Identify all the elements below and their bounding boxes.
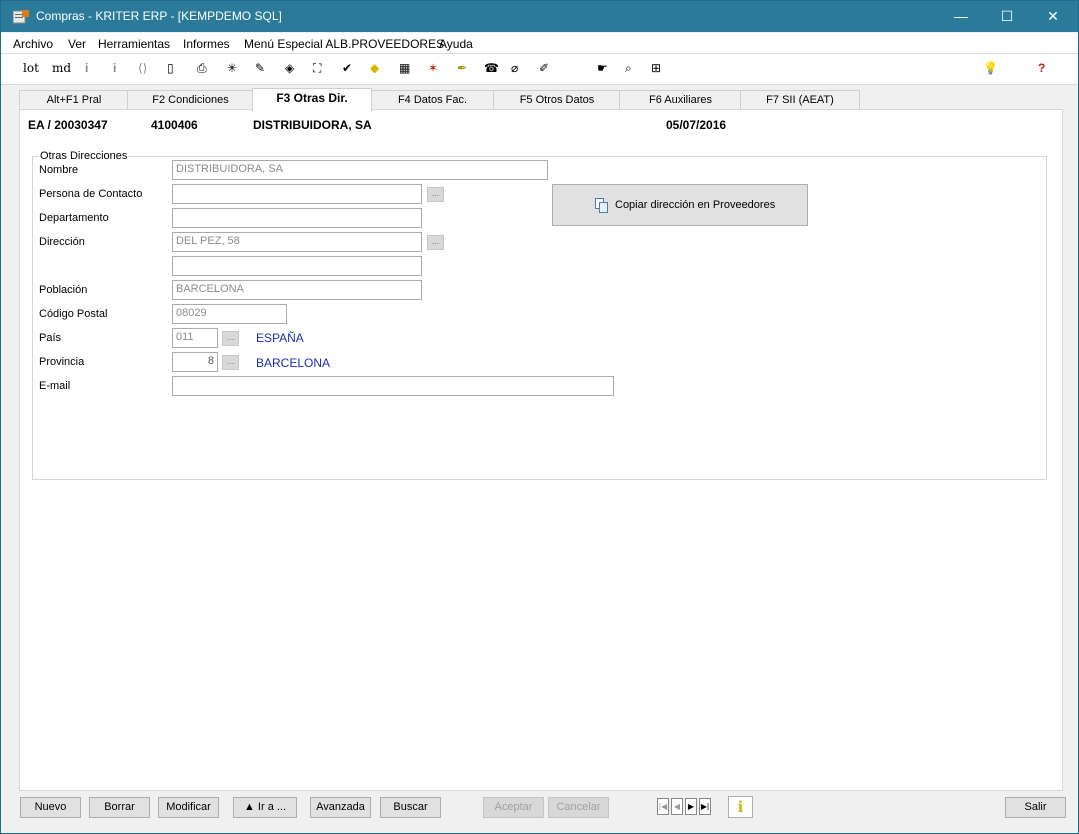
tools-icon[interactable]: ✎ — [255, 60, 265, 76]
network-icon[interactable]: ⛶ — [313, 60, 321, 76]
palette-icon[interactable]: ✶ — [428, 60, 438, 76]
nav-first-button[interactable]: |◀ — [657, 798, 669, 815]
document-date: 05/07/2016 — [666, 118, 727, 132]
direccion-label: Dirección — [39, 236, 85, 248]
nombre-field[interactable]: DISTRIBUIDORA, SA — [172, 160, 548, 180]
pais-label: País — [39, 332, 62, 344]
direccion2-field[interactable] — [172, 256, 422, 276]
cp-field[interactable]: 08029 — [172, 304, 287, 324]
sparkle-icon[interactable]: ✳ — [227, 60, 237, 76]
tab-datos-fac[interactable]: F4 Datos Fac. — [370, 90, 495, 109]
tab-otros-datos[interactable]: F5 Otros Datos — [493, 90, 621, 109]
info-button[interactable]: i — [728, 796, 753, 818]
pais-lookup-button[interactable]: ... — [222, 331, 239, 346]
salir-button[interactable]: Salir — [1005, 797, 1066, 818]
tab-principal[interactable]: Alt+F1 Pral — [19, 90, 129, 109]
direccion-lookup-button[interactable]: ... — [427, 235, 444, 250]
warning-icon[interactable]: ◆ — [370, 60, 379, 76]
maximize-button[interactable]: ☐ — [984, 1, 1030, 32]
bracket-nav-icon[interactable]: ⟨⟩ — [138, 60, 147, 76]
window-title: Compras - KRITER ERP - [KEMPDEMO SQL] — [36, 9, 282, 23]
contacto-field[interactable] — [172, 184, 422, 204]
provincia-code-field[interactable]: 8 — [172, 352, 218, 372]
nav-last-button[interactable]: ▶| — [699, 798, 711, 815]
toolbar: lot md i i ⟨⟩ ▯ ⎙ ✳ ✎ ◈ ⛶ ✔ ◆ ▦ ✶ ✒ ☎ ⌀ … — [1, 53, 1078, 85]
md-button[interactable]: md — [52, 60, 71, 76]
aceptar-button[interactable]: Aceptar — [483, 797, 544, 818]
clip-icon[interactable]: ✐ — [539, 60, 549, 76]
close-button[interactable]: ✕ — [1030, 1, 1076, 32]
calculator-icon[interactable]: ▦ — [399, 60, 410, 76]
menu-bar: Archivo Ver Herramientas Informes Menú E… — [1, 33, 1078, 53]
document-number: EA / 20030347 — [28, 118, 108, 132]
nav-prev-button[interactable]: ◀ — [671, 798, 683, 815]
menu-ver[interactable]: Ver — [68, 37, 86, 51]
supplier-name: DISTRIBUIDORA, SA — [253, 118, 372, 132]
tab-otras-dir[interactable]: F3 Otras Dir. — [252, 88, 372, 111]
departamento-label: Departamento — [39, 212, 109, 224]
menu-herramientas[interactable]: Herramientas — [98, 37, 170, 51]
departamento-field[interactable] — [172, 208, 422, 228]
buscar-button[interactable]: Buscar — [380, 797, 441, 818]
group-title: Otras Direcciones — [39, 150, 129, 162]
help-icon[interactable]: ? — [1038, 60, 1045, 76]
menu-archivo[interactable]: Archivo — [13, 37, 53, 51]
poblacion-label: Población — [39, 284, 88, 296]
check-icon[interactable]: ✔ — [342, 60, 352, 76]
info-icon[interactable]: i — [113, 60, 116, 76]
minimize-button[interactable]: — — [938, 1, 984, 32]
pais-name: ESPAÑA — [256, 331, 304, 345]
phone-icon[interactable]: ☎ — [484, 60, 499, 76]
supplier-code: 4100406 — [151, 118, 198, 132]
hand-icon[interactable]: ☛ — [597, 60, 608, 76]
tab-strip: Alt+F1 Pral F2 Condiciones F3 Otras Dir.… — [19, 88, 860, 111]
search-doc-icon[interactable]: ⌕ — [625, 60, 632, 76]
copy-icon — [595, 198, 608, 213]
marker-icon[interactable]: ✒ — [457, 60, 467, 76]
email-field[interactable] — [172, 376, 614, 396]
cp-label: Código Postal — [39, 308, 108, 320]
contacto-lookup-button[interactable]: ... — [427, 187, 444, 202]
menu-ayuda[interactable]: Ayuda — [439, 37, 473, 51]
paperclip-icon[interactable]: ⌀ — [511, 60, 518, 76]
poblacion-field[interactable]: BARCELONA — [172, 280, 422, 300]
borrar-button[interactable]: Borrar — [89, 797, 150, 818]
provincia-label: Provincia — [39, 356, 85, 368]
contacto-label: Persona de Contacto — [39, 188, 143, 200]
copy-address-button[interactable]: Copiar dirección en Proveedores — [552, 184, 808, 226]
app-icon — [13, 10, 29, 24]
cancelar-button[interactable]: Cancelar — [548, 797, 609, 818]
menu-informes[interactable]: Informes — [183, 37, 230, 51]
copy-address-label: Copiar dirección en Proveedores — [615, 199, 776, 211]
printer-icon[interactable]: ⎙ — [197, 60, 207, 76]
lightbulb-icon[interactable]: 💡 — [983, 60, 998, 76]
ir-a-button[interactable]: ▲ Ir a ... — [233, 797, 297, 818]
title-bar: Compras - KRITER ERP - [KEMPDEMO SQL] — … — [1, 1, 1078, 32]
nuevo-button[interactable]: Nuevo — [20, 797, 81, 818]
app-window: Compras - KRITER ERP - [KEMPDEMO SQL] — … — [0, 0, 1079, 834]
print-preview-icon[interactable]: ▯ — [167, 60, 174, 76]
email-label: E-mail — [39, 380, 71, 392]
direccion-field[interactable]: DEL PEZ, 58 — [172, 232, 422, 252]
nombre-label: Nombre — [39, 164, 79, 176]
modificar-button[interactable]: Modificar — [158, 797, 219, 818]
main-panel: EA / 20030347 4100406 DISTRIBUIDORA, SA … — [19, 109, 1063, 791]
pais-code-field[interactable]: 011 — [172, 328, 218, 348]
menu-especial[interactable]: Menú Especial ALB.PROVEEDORES — [244, 37, 444, 51]
tab-condiciones[interactable]: F2 Condiciones — [127, 90, 254, 109]
nav-next-button[interactable]: ▶ — [685, 798, 697, 815]
provincia-lookup-button[interactable]: ... — [222, 355, 239, 370]
info-icon[interactable]: i — [85, 60, 88, 76]
avanzada-button[interactable]: Avanzada — [310, 797, 371, 818]
tab-auxiliares[interactable]: F6 Auxiliares — [619, 90, 742, 109]
grid-icon[interactable]: ⊞ — [651, 60, 661, 76]
tag-icon[interactable]: ◈ — [285, 60, 294, 76]
provincia-name: BARCELONA — [256, 356, 331, 370]
tab-sii[interactable]: F7 SII (AEAT) — [740, 90, 860, 109]
lot-button[interactable]: lot — [23, 60, 39, 76]
